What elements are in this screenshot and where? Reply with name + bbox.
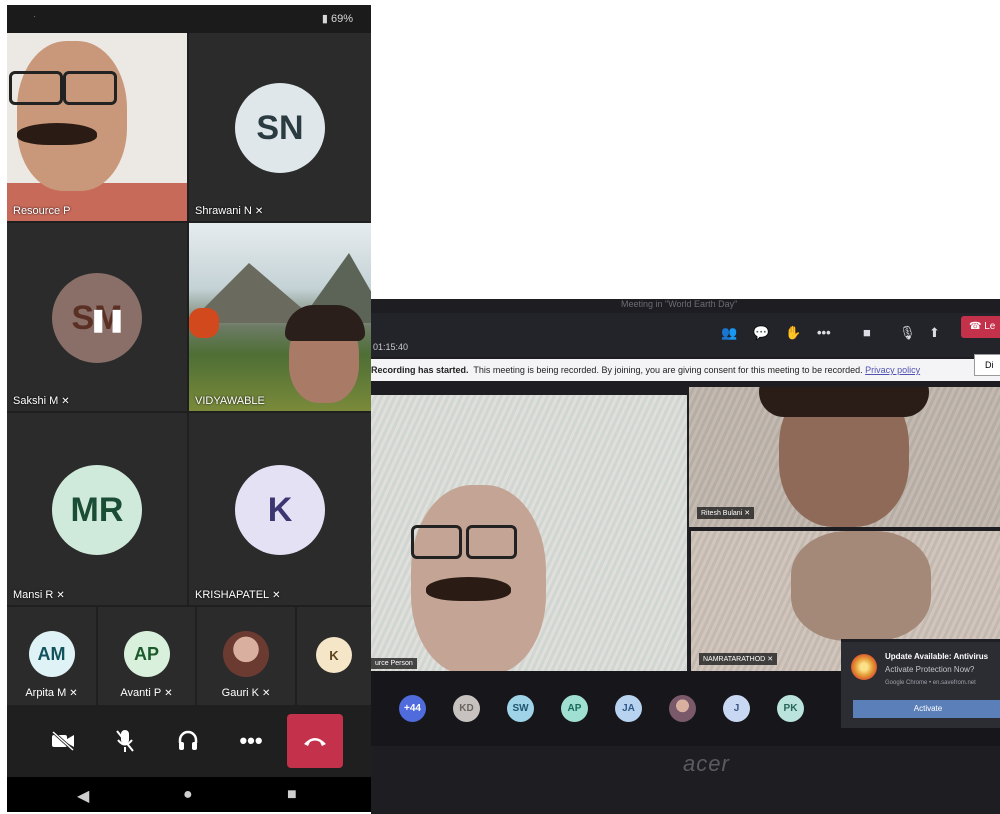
face bbox=[791, 531, 931, 641]
video-ritesh-bulani[interactable]: Ritesh Bulani ✕ bbox=[689, 387, 1000, 527]
participant-tile-arpita-m[interactable]: AM Arpita M ✕ bbox=[7, 607, 96, 705]
avatar: MR bbox=[52, 465, 142, 555]
mic-muted-icon: ✕ bbox=[767, 656, 774, 663]
reactions-icon[interactable]: ✋ bbox=[785, 325, 801, 341]
status-bar: · ▮ 69% bbox=[7, 5, 371, 33]
participant-tile-mansi-r[interactable]: MR Mansi R ✕ bbox=[7, 413, 187, 605]
glasses-right bbox=[466, 525, 517, 559]
participant-name: Mansi R ✕ bbox=[13, 589, 65, 601]
mic-muted-icon: ✕ bbox=[254, 206, 264, 217]
battery-icon: ▮ bbox=[321, 13, 328, 25]
participant-name: Avanti P ✕ bbox=[120, 687, 173, 699]
more-participants-badge[interactable]: +44 bbox=[399, 695, 426, 722]
avatar: AM bbox=[28, 631, 75, 677]
meeting-timer: 01:15:40 bbox=[373, 342, 409, 352]
profile-photo[interactable] bbox=[669, 695, 696, 722]
people-icon[interactable]: 👥 bbox=[721, 325, 737, 341]
camera-off-icon[interactable] bbox=[45, 723, 81, 759]
avatar: AP bbox=[123, 631, 170, 677]
laptop-screen-photo: Meeting in "World Earth Day" 01:15:40 👥 … bbox=[371, 299, 1000, 814]
popup-subtitle: Activate Protection Now? bbox=[885, 665, 975, 674]
back-icon[interactable]: ◀ bbox=[77, 786, 89, 806]
dismiss-button[interactable]: Di bbox=[974, 354, 1000, 376]
privacy-policy-link[interactable]: Privacy policy bbox=[865, 365, 920, 375]
participant-name: Resource P bbox=[13, 205, 71, 217]
participant-tile-avanti-p[interactable]: AP Avanti P ✕ bbox=[98, 607, 195, 705]
glasses-right bbox=[63, 71, 117, 105]
avatar[interactable]: SW bbox=[507, 695, 534, 722]
mic-muted-icon: ✕ bbox=[56, 590, 65, 601]
popup-title: Update Available: Antivirus bbox=[885, 652, 989, 661]
mic-muted-icon: ✕ bbox=[69, 688, 78, 699]
mustache bbox=[426, 577, 511, 601]
participant-tile-sakshi-m[interactable]: SM ❚❚ Sakshi M ✕ bbox=[7, 223, 187, 411]
battery-indicator: ▮ 69% bbox=[321, 13, 353, 25]
mic-muted-icon: ✕ bbox=[164, 688, 173, 699]
avatar[interactable]: J bbox=[723, 695, 750, 722]
camera-icon[interactable]: ■ bbox=[863, 325, 871, 340]
mic-off-icon[interactable] bbox=[107, 723, 143, 759]
notification-popup: Update Available: Antivirus Activate Pro… bbox=[841, 639, 1000, 728]
phone-icon: ☎ bbox=[969, 321, 982, 332]
participant-name: Arpita M ✕ bbox=[25, 687, 78, 699]
acer-logo: acer bbox=[683, 751, 730, 776]
chat-icon[interactable]: 💬 bbox=[753, 325, 769, 341]
avatar: SN bbox=[235, 83, 325, 173]
avatar[interactable]: AP bbox=[561, 695, 588, 722]
participant-name: Shrawani N ✕ bbox=[195, 205, 264, 217]
participant-tile-shrawani-n[interactable]: SN Shrawani N ✕ bbox=[189, 33, 371, 221]
participant-name: urce Person bbox=[371, 658, 417, 669]
participant-name: NAMRATARATHOD ✕ bbox=[699, 653, 778, 665]
activate-button[interactable]: Activate bbox=[853, 700, 1000, 718]
mustache bbox=[17, 123, 97, 145]
android-nav-bar: ◀ ● ■ bbox=[7, 777, 371, 812]
popup-source: Google Chrome • en.savefrom.net bbox=[885, 680, 976, 686]
participant-tile-krishapatel[interactable]: K KRISHAPATEL ✕ bbox=[189, 413, 371, 605]
participant-tile-resource-p[interactable]: Resource P bbox=[7, 33, 187, 221]
avatar[interactable]: JA bbox=[615, 695, 642, 722]
participant-name: Gauri K ✕ bbox=[221, 687, 271, 699]
more-icon[interactable]: ••• bbox=[233, 723, 269, 759]
profile-photo bbox=[223, 631, 269, 677]
headset-icon[interactable] bbox=[170, 723, 206, 759]
notification-dot-icon: · bbox=[33, 11, 37, 22]
window-title: Meeting in "World Earth Day" bbox=[621, 299, 738, 309]
mic-muted-icon: ✕ bbox=[261, 688, 271, 699]
video-resource-person[interactable]: urce Person bbox=[371, 395, 687, 673]
participant-tile-gauri-k[interactable]: Gauri K ✕ bbox=[197, 607, 295, 705]
chrome-icon bbox=[851, 654, 877, 680]
avatar: K bbox=[316, 637, 352, 673]
face bbox=[17, 41, 127, 191]
participant-name: KRISHAPATEL ✕ bbox=[195, 589, 281, 601]
recording-banner: Recording has started. This meeting is b… bbox=[371, 359, 1000, 381]
mic-muted-icon: ✕ bbox=[61, 396, 70, 407]
autumn-tree bbox=[189, 308, 219, 338]
hair bbox=[285, 305, 365, 341]
avatar: K bbox=[235, 465, 325, 555]
more-icon[interactable]: ••• bbox=[817, 325, 831, 340]
mic-icon[interactable]: 🎙 bbox=[899, 325, 916, 341]
recents-icon[interactable]: ■ bbox=[287, 786, 297, 804]
participant-name: Sakshi M ✕ bbox=[13, 395, 70, 407]
share-icon[interactable]: ⬆ bbox=[929, 325, 940, 341]
glasses bbox=[411, 525, 462, 559]
home-icon[interactable]: ● bbox=[183, 786, 193, 804]
pause-icon: ❚❚ bbox=[89, 307, 126, 332]
participant-name: VIDYAWABLE bbox=[195, 395, 265, 407]
hair bbox=[759, 387, 929, 417]
participant-tile-vidyawable[interactable]: VIDYAWABLE bbox=[189, 223, 371, 411]
avatar[interactable]: PK bbox=[777, 695, 804, 722]
participant-name: Ritesh Bulani ✕ bbox=[697, 507, 755, 519]
mic-muted-icon: ✕ bbox=[272, 590, 281, 601]
leave-button[interactable]: ☎ Le bbox=[961, 316, 1000, 338]
call-controls: ••• bbox=[7, 705, 371, 777]
avatar[interactable]: KD bbox=[453, 695, 480, 722]
phone-screen: · ▮ 69% Resource P SN Shrawani N ✕ SM ❚❚ … bbox=[7, 5, 371, 812]
mic-muted-icon: ✕ bbox=[744, 510, 751, 517]
participant-tile-k[interactable]: K bbox=[297, 607, 371, 705]
hang-up-icon[interactable] bbox=[287, 714, 343, 768]
glasses bbox=[9, 71, 63, 105]
